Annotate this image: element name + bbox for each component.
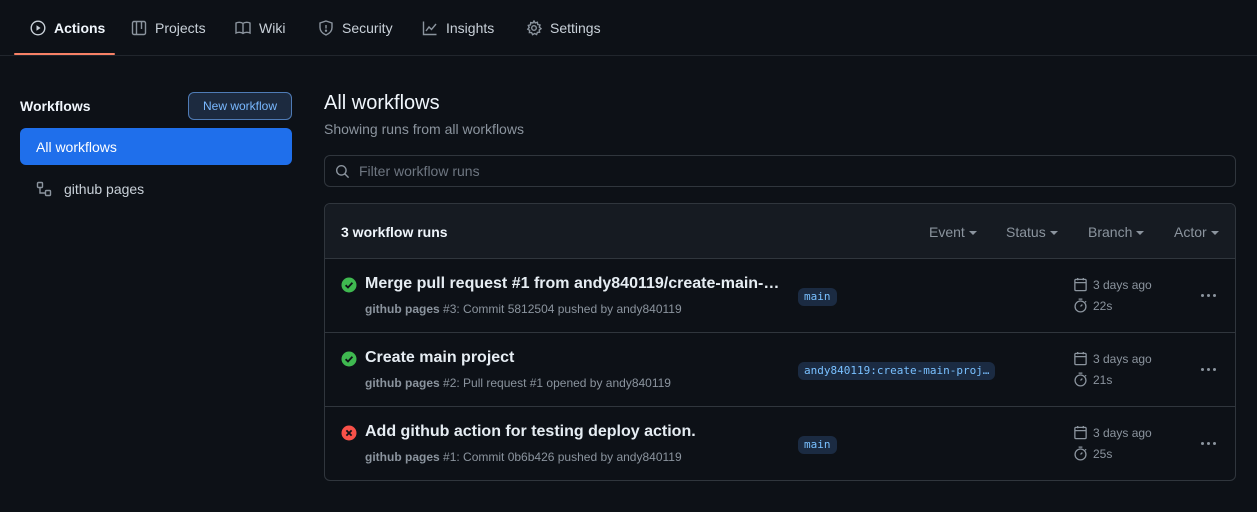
branch-label[interactable]: main [798, 436, 837, 454]
branch-label[interactable]: andy840119:create-main-proj… [798, 362, 996, 380]
run-date: 3 days ago [1073, 277, 1152, 292]
success-check-icon [341, 351, 357, 367]
workflow-runs-list: 3 workflow runs Event Status Branch Acto… [324, 203, 1236, 481]
tab-label: Actions [54, 20, 106, 36]
gear-icon [526, 20, 542, 36]
run-meta: github pages #3: Commit 5812504 pushed b… [365, 302, 682, 316]
repo-nav: Actions Projects Wiki Security Insights … [0, 0, 1257, 56]
run-workflow-name: github pages [365, 376, 440, 390]
sidebar-item-label: github pages [64, 180, 145, 197]
search-icon [335, 164, 350, 178]
run-options-kebab-icon[interactable] [1197, 285, 1219, 305]
run-duration: 25s [1073, 446, 1112, 461]
failure-x-icon [341, 425, 357, 441]
book-icon [235, 21, 251, 35]
caret-down-icon [1049, 231, 1058, 235]
run-title-link[interactable]: Merge pull request #1 from andy840119/cr… [365, 275, 785, 293]
run-date: 3 days ago [1073, 425, 1152, 440]
run-duration-text: 25s [1093, 446, 1113, 461]
runs-count: 3 workflow runs [341, 224, 448, 240]
run-date-text: 3 days ago [1093, 277, 1152, 292]
run-duration-text: 22s [1093, 298, 1113, 313]
runs-header: 3 workflow runs Event Status Branch Acto… [325, 204, 1235, 259]
event-filter-dropdown[interactable]: Event [929, 224, 977, 240]
run-duration: 22s [1073, 298, 1112, 313]
filter-label: Status [1006, 224, 1046, 240]
graph-icon [422, 21, 437, 36]
status-filter-dropdown[interactable]: Status [1006, 224, 1058, 240]
tab-label: Projects [155, 20, 206, 36]
filter-label: Branch [1088, 224, 1133, 240]
tab-wiki[interactable]: Wiki [235, 0, 285, 56]
active-tab-indicator [14, 53, 115, 55]
tab-settings[interactable]: Settings [526, 0, 601, 56]
tab-projects[interactable]: Projects [131, 0, 206, 56]
table-row[interactable]: Add github action for testing deploy act… [325, 407, 1235, 480]
run-workflow-name: github pages [365, 450, 440, 464]
page-title: All workflows [324, 92, 440, 114]
run-meta: github pages #1: Commit 0b6b426 pushed b… [365, 450, 682, 464]
actor-filter-dropdown[interactable]: Actor [1174, 224, 1219, 240]
workflow-icon [36, 181, 52, 196]
stopwatch-icon [1074, 446, 1087, 461]
stopwatch-icon [1074, 298, 1087, 313]
run-duration-text: 21s [1093, 372, 1113, 387]
shield-icon [319, 20, 333, 36]
branch-label[interactable]: main [798, 288, 837, 306]
run-date-text: 3 days ago [1093, 425, 1152, 440]
caret-down-icon [1136, 231, 1145, 235]
tab-label: Security [342, 20, 393, 36]
tab-insights[interactable]: Insights [422, 0, 494, 56]
sidebar-item-github-pages[interactable]: github pages [20, 170, 292, 207]
caret-down-icon [1210, 231, 1219, 235]
table-icon [131, 20, 147, 36]
tab-label: Settings [550, 20, 601, 36]
success-check-icon [341, 277, 357, 293]
run-duration: 21s [1073, 372, 1112, 387]
run-date: 3 days ago [1073, 351, 1152, 366]
run-meta: github pages #2: Pull request #1 opened … [365, 376, 671, 390]
run-meta-text: #1: Commit 0b6b426 pushed by andy840119 [443, 450, 682, 464]
tab-label: Insights [446, 20, 495, 36]
filter-workflow-runs-input[interactable] [359, 157, 1235, 185]
filter-box [324, 155, 1236, 187]
sidebar-title: Workflows [20, 98, 91, 114]
calendar-icon [1074, 277, 1087, 292]
stopwatch-icon [1074, 372, 1087, 387]
tab-security[interactable]: Security [318, 0, 393, 56]
sidebar-item-label: All workflows [36, 138, 117, 155]
table-row[interactable]: Merge pull request #1 from andy840119/cr… [325, 259, 1235, 333]
run-date-text: 3 days ago [1093, 351, 1152, 366]
run-meta-text: #3: Commit 5812504 pushed by andy840119 [443, 302, 682, 316]
calendar-icon [1074, 425, 1087, 440]
tab-actions[interactable]: Actions [30, 0, 105, 56]
run-meta-text: #2: Pull request #1 opened by andy840119 [443, 376, 671, 390]
run-options-kebab-icon[interactable] [1197, 433, 1219, 453]
caret-down-icon [968, 231, 977, 235]
tab-label: Wiki [259, 20, 286, 36]
filter-label: Actor [1174, 224, 1207, 240]
filter-label: Event [929, 224, 965, 240]
new-workflow-button[interactable]: New workflow [188, 92, 292, 120]
table-row[interactable]: Create main project github pages #2: Pul… [325, 333, 1235, 407]
page-subtitle: Showing runs from all workflows [324, 121, 524, 137]
run-title-link[interactable]: Create main project [365, 349, 785, 367]
run-options-kebab-icon[interactable] [1197, 359, 1219, 379]
run-title-link[interactable]: Add github action for testing deploy act… [365, 423, 785, 441]
branch-filter-dropdown[interactable]: Branch [1088, 224, 1145, 240]
sidebar-item-all-workflows[interactable]: All workflows [20, 128, 292, 165]
run-workflow-name: github pages [365, 302, 440, 316]
play-circle-icon [30, 20, 46, 36]
calendar-icon [1074, 351, 1087, 366]
